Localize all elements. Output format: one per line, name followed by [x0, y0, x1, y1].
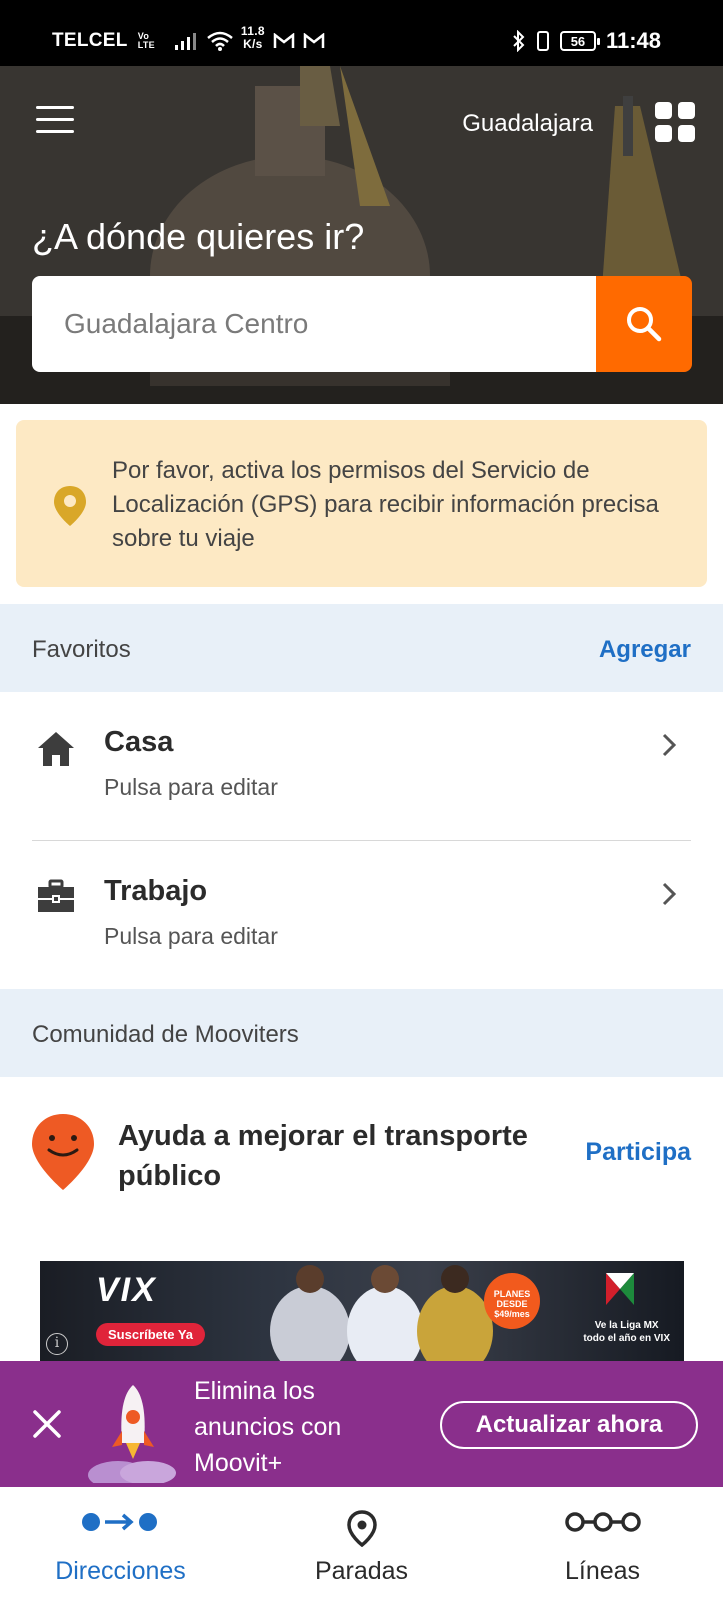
home-icon	[38, 732, 74, 766]
city-selector[interactable]: Guadalajara	[462, 110, 593, 138]
favorite-name: Casa	[104, 726, 174, 758]
search-input[interactable]	[32, 276, 596, 372]
gps-permission-banner[interactable]: Por favor, activa los permisos del Servi…	[16, 420, 707, 587]
favorite-work-row[interactable]: Trabajo Pulsa para editar	[0, 841, 723, 989]
community-title: Comunidad de Mooviters	[32, 1021, 299, 1048]
favorites-header: Favoritos Agregar	[0, 604, 723, 692]
add-favorite-link[interactable]: Agregar	[599, 636, 691, 664]
ad-brand: VIX	[96, 1271, 157, 1309]
ad-price-badge: PLANES DESDE $49/mes	[484, 1273, 540, 1329]
tab-label: Direcciones	[55, 1557, 186, 1585]
vibrate-icon	[536, 31, 549, 51]
page-title: ¿A dónde quieres ir?	[32, 216, 365, 257]
volte-bottom: LTE	[137, 40, 155, 50]
search-button[interactable]	[596, 276, 692, 372]
remove-ads-banner: Elimina los anuncios con Moovit+ Actuali…	[0, 1361, 723, 1487]
community-header: Comunidad de Mooviters	[0, 989, 723, 1077]
hero-header: Guadalajara ¿A dónde quieres ir?	[0, 66, 723, 404]
gmail-icon-2	[303, 33, 325, 48]
ad-info-icon[interactable]: i	[46, 1333, 68, 1355]
participate-link[interactable]: Participa	[585, 1138, 691, 1167]
tab-label: Líneas	[564, 1557, 641, 1585]
moovit-mascot-icon	[32, 1114, 94, 1190]
status-right: 56 11:48	[512, 28, 661, 54]
community-text: Ayuda a mejorar el transporte público	[118, 1120, 528, 1192]
chevron-right-icon	[662, 733, 677, 757]
gps-message: Por favor, activa los permisos del Servi…	[112, 457, 659, 552]
favorite-home-row[interactable]: Casa Pulsa para editar	[0, 692, 723, 840]
community-card[interactable]: Ayuda a mejorar el transporte público Pa…	[0, 1076, 723, 1256]
carrier-name: TELCEL	[52, 30, 128, 51]
tab-lines[interactable]: Líneas	[482, 1487, 723, 1600]
ad-claim: Ve la Liga MX todo el año en VIX	[583, 1319, 670, 1345]
volte-indicator: Vo LTE	[138, 32, 155, 50]
status-left: TELCEL Vo LTE 11.8 K/s	[52, 25, 325, 52]
upgrade-now-button[interactable]: Actualizar ahora	[440, 1401, 698, 1449]
bottom-navigation: Direcciones Paradas Líneas	[0, 1487, 723, 1600]
bluetooth-icon	[513, 30, 525, 52]
remove-ads-line1: Elimina los	[194, 1377, 315, 1405]
wifi-icon	[207, 31, 233, 51]
rocket-icon	[88, 1385, 176, 1483]
clock: 11:48	[605, 28, 661, 53]
chevron-right-icon	[662, 882, 677, 906]
directions-icon	[81, 1513, 157, 1531]
remove-ads-line2: anuncios con	[194, 1413, 342, 1441]
network-speed: 11.8 K/s	[241, 25, 265, 51]
gmail-icon	[273, 33, 295, 48]
remove-ads-text: Elimina los anuncios con Moovit+	[194, 1373, 341, 1481]
search-icon	[627, 307, 662, 342]
ad-banner[interactable]: VIX Suscríbete Ya i PLANES DESDE $49/mes…	[40, 1261, 684, 1361]
tab-stops[interactable]: Paradas	[241, 1487, 482, 1600]
tab-label: Paradas	[314, 1557, 409, 1585]
stop-pin-icon	[346, 1510, 377, 1547]
location-pin-icon	[54, 486, 86, 526]
search-field[interactable]	[32, 276, 596, 372]
lines-icon	[564, 1512, 641, 1532]
status-bar: TELCEL Vo LTE 11.8 K/s 56 11:48	[0, 0, 723, 66]
briefcase-icon	[38, 879, 74, 912]
liga-mx-logo-icon	[606, 1273, 634, 1305]
ad-claim-line2: todo el año en VIX	[583, 1333, 670, 1344]
favorite-name: Trabajo	[104, 875, 208, 907]
menu-button[interactable]	[36, 106, 76, 136]
signal-icon	[174, 33, 196, 50]
ad-subscribe-button[interactable]: Suscríbete Ya	[96, 1323, 206, 1346]
favorite-subtitle: Pulsa para editar	[104, 923, 278, 949]
apps-grid-icon[interactable]	[655, 102, 695, 142]
favorite-subtitle: Pulsa para editar	[104, 774, 278, 800]
speed-unit: K/s	[243, 37, 263, 51]
close-icon[interactable]	[30, 1407, 64, 1441]
remove-ads-line3: Moovit+	[194, 1449, 283, 1477]
battery-indicator: 56	[559, 31, 600, 51]
tab-directions[interactable]: Direcciones	[0, 1487, 241, 1600]
favorites-title: Favoritos	[32, 636, 131, 663]
ad-claim-line1: Ve la Liga MX	[594, 1320, 659, 1331]
